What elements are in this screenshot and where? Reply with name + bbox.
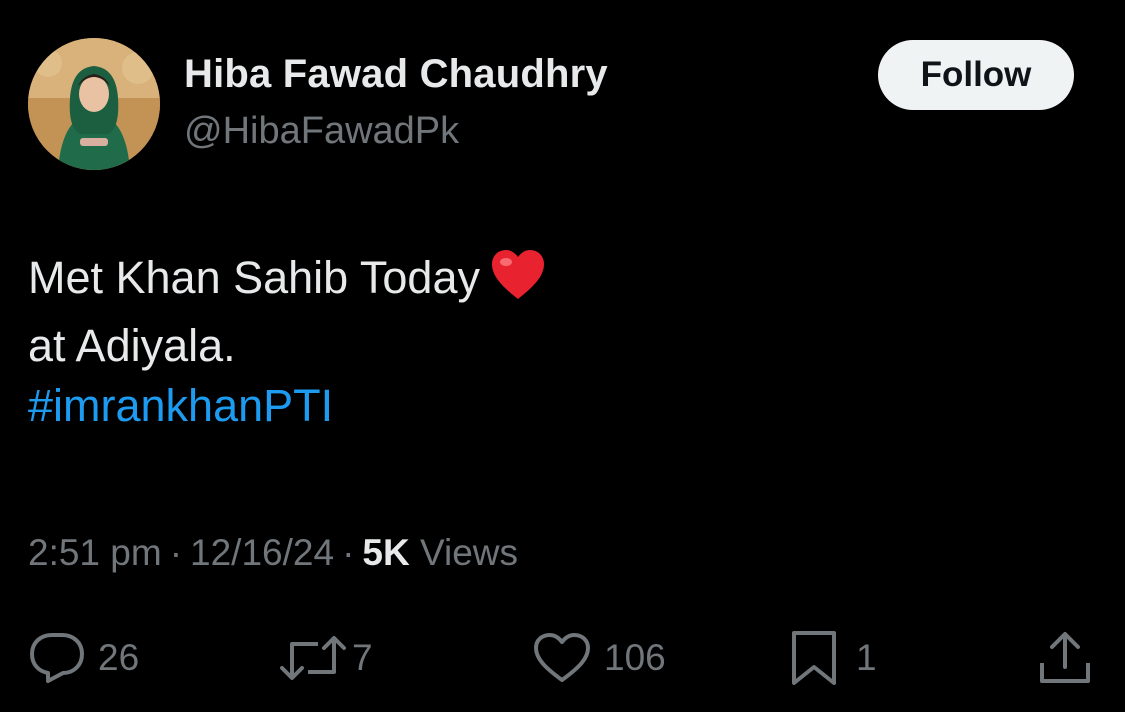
author-handle[interactable]: @HibaFawadPk	[184, 110, 459, 153]
reply-count: 26	[98, 637, 140, 678]
tweet-time[interactable]: 2:51 pm	[28, 532, 162, 573]
like-count: 106	[604, 637, 666, 678]
tweet-meta: 2:51 pm · 12/16/24 · 5K Views	[28, 532, 518, 574]
tweet-line-2: at Adiyala.	[28, 320, 236, 371]
tweet-text-line: Met Khan Sahib Today	[28, 248, 1088, 316]
follow-button[interactable]: Follow	[878, 40, 1074, 110]
bookmark-button[interactable]: 1	[788, 628, 877, 688]
repost-icon	[278, 632, 348, 684]
repost-button[interactable]: 7	[278, 628, 373, 688]
tweet-date[interactable]: 12/16/24	[190, 532, 334, 573]
reply-button[interactable]: 26	[28, 628, 139, 688]
tweet: Hiba Fawad Chaudhry @HibaFawadPk Follow …	[0, 0, 1125, 712]
tweet-text: Met Khan Sahib Today at Adiyala. #imrank…	[28, 248, 1088, 436]
share-button[interactable]	[1036, 628, 1094, 688]
avatar[interactable]	[28, 38, 160, 170]
views-count: 5K	[362, 532, 410, 573]
author-display-name[interactable]: Hiba Fawad Chaudhry	[184, 52, 608, 97]
tweet-line-1: Met Khan Sahib Today	[28, 252, 480, 303]
like-icon	[532, 632, 592, 684]
reply-icon	[28, 631, 86, 685]
bookmark-count: 1	[856, 637, 877, 678]
bookmark-icon	[788, 629, 840, 687]
hashtag-link[interactable]: #imrankhanPTI	[28, 376, 1088, 436]
meta-separator: ·	[169, 532, 183, 573]
views-label: Views	[419, 532, 519, 573]
meta-separator: ·	[342, 532, 355, 573]
repost-count: 7	[352, 637, 373, 678]
like-button[interactable]: 106	[532, 628, 666, 688]
share-icon	[1036, 629, 1094, 687]
heart-emoji-icon	[490, 249, 546, 316]
